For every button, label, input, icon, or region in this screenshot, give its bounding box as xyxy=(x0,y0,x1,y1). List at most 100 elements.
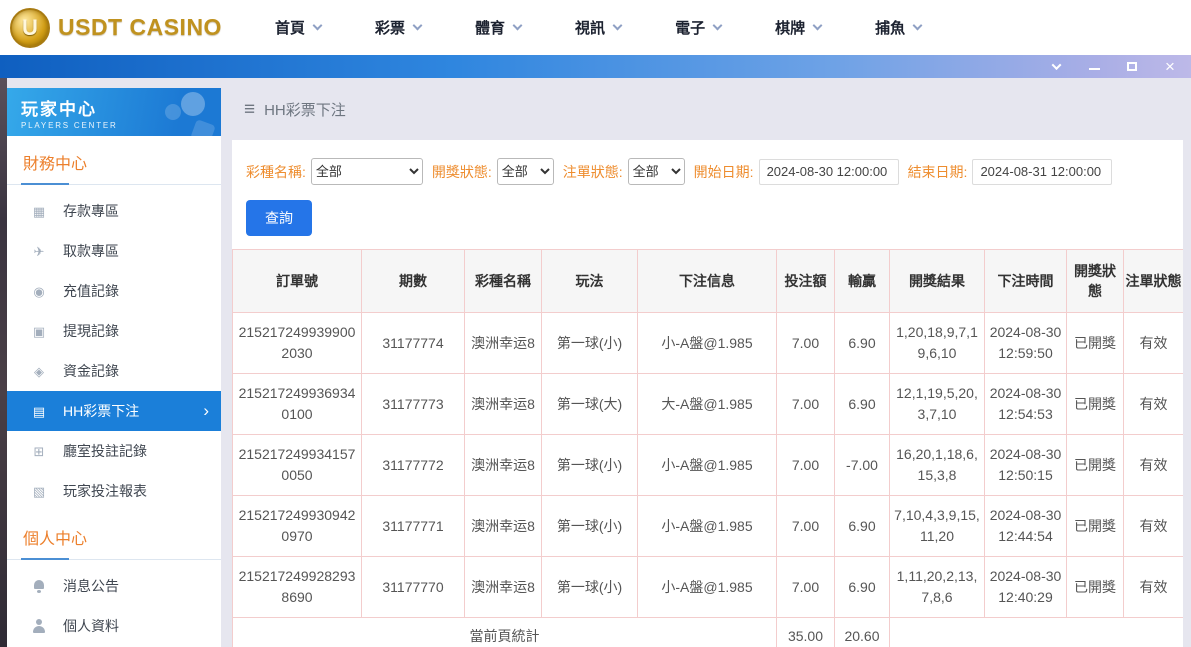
nav-item-cards[interactable]: 棋牌 xyxy=(748,0,848,55)
decor-ball-icon xyxy=(181,92,205,116)
cell: 6.90 xyxy=(835,374,890,435)
sidebar-item-funds-record[interactable]: ◈資金記錄 xyxy=(7,351,221,391)
table-body: 215217249939900203031177774澳洲幸运8第一球(小)小-… xyxy=(233,313,1184,647)
summary-winloss-total: 20.60 xyxy=(835,618,890,647)
nav-item-label: 電子 xyxy=(675,17,705,38)
nav-item-slots[interactable]: 電子 xyxy=(648,0,748,55)
column-header: 開獎結果 xyxy=(890,250,985,313)
filter-bar: 彩種名稱: 全部 開獎狀態: 全部 注單狀態: 全部 xyxy=(232,140,1183,185)
nav-item-label: 彩票 xyxy=(375,17,405,38)
cell: 有效 xyxy=(1124,496,1184,557)
cell: 7.00 xyxy=(777,374,835,435)
cell: 澳洲幸运8 xyxy=(465,374,542,435)
cell: 小-A盤@1.985 xyxy=(638,496,777,557)
nav-item-fishing[interactable]: 捕魚 xyxy=(848,0,948,55)
breadcrumb: ≡ HH彩票下注 xyxy=(232,78,1183,140)
cell: 已開獎 xyxy=(1067,496,1124,557)
page-background-strip xyxy=(0,78,7,647)
logo-coin-icon: U xyxy=(10,8,50,48)
cell: 已開獎 xyxy=(1067,557,1124,618)
sidebar-item-label: HH彩票下注 xyxy=(63,401,139,421)
recharge-record-icon: ◉ xyxy=(31,284,47,299)
table-row: 215217249928293869031177770澳洲幸运8第一球(小)小-… xyxy=(233,557,1184,618)
order-status-label: 注單狀態: xyxy=(563,162,623,182)
logo-text: USDT CASINO xyxy=(58,14,222,41)
sidebar-item-label: 廳室投註記錄 xyxy=(63,441,147,461)
cell: 7.00 xyxy=(777,313,835,374)
cell: 已開獎 xyxy=(1067,313,1124,374)
column-header: 下注信息 xyxy=(638,250,777,313)
cell: 澳洲幸运8 xyxy=(465,557,542,618)
cell: 第一球(小) xyxy=(542,557,638,618)
search-button[interactable]: 查詢 xyxy=(246,200,312,236)
close-button[interactable]: × xyxy=(1163,60,1177,74)
sidebar-item-withdrawal-record[interactable]: ▣提現記錄 xyxy=(7,311,221,351)
lottery-name-label: 彩種名稱: xyxy=(246,162,306,182)
cell: 31177773 xyxy=(362,374,465,435)
column-header: 注單狀態 xyxy=(1124,250,1184,313)
sidebar-header: 玩家中心 PLAYERS CENTER xyxy=(7,88,221,136)
lottery-name-select[interactable]: 全部 xyxy=(311,158,423,185)
cell: -7.00 xyxy=(835,435,890,496)
deposit-icon: ▦ xyxy=(31,204,47,219)
column-header: 訂單號 xyxy=(233,250,362,313)
sidebar-menu: 財務中心▦存款專區✈取款專區◉充值記錄▣提現記錄◈資金記錄▤HH彩票下注›⊞廳室… xyxy=(7,136,221,646)
chevron-down-icon xyxy=(613,20,623,30)
sidebar-item-label: 充值記錄 xyxy=(63,281,119,301)
nav-item-home[interactable]: 首頁 xyxy=(248,0,348,55)
nav-item-label: 視訊 xyxy=(575,17,605,38)
cell: 澳洲幸运8 xyxy=(465,435,542,496)
end-date-label: 結束日期: xyxy=(908,162,968,182)
sidebar-item-withdraw[interactable]: ✈取款專區 xyxy=(7,231,221,271)
chevron-down-icon xyxy=(913,20,923,30)
nav-item-label: 體育 xyxy=(475,17,505,38)
minimize-button[interactable] xyxy=(1087,60,1101,74)
nav-item-lottery[interactable]: 彩票 xyxy=(348,0,448,55)
sidebar-item-label: 消息公告 xyxy=(63,576,119,596)
nav-item-label: 首頁 xyxy=(275,17,305,38)
cell: 6.90 xyxy=(835,557,890,618)
logo[interactable]: U USDT CASINO xyxy=(0,8,248,48)
main-panel: 彩種名稱: 全部 開獎狀態: 全部 注單狀態: 全部 xyxy=(232,140,1183,647)
decor-circle-icon xyxy=(165,104,181,120)
menu-toggle-icon[interactable]: ≡ xyxy=(244,100,255,119)
sidebar: 玩家中心 PLAYERS CENTER 財務中心▦存款專區✈取款專區◉充值記錄▣… xyxy=(7,88,221,647)
start-date-input[interactable] xyxy=(759,159,899,185)
draw-status-select[interactable]: 全部 xyxy=(497,158,554,185)
summary-row: 當前頁統計35.0020.60 xyxy=(233,618,1184,647)
cell: 有效 xyxy=(1124,313,1184,374)
column-header: 開獎狀態 xyxy=(1067,250,1124,313)
maximize-button[interactable] xyxy=(1125,60,1139,74)
lottery-name-filter: 彩種名稱: 全部 xyxy=(246,158,423,185)
sidebar-item-room-bet-record[interactable]: ⊞廳室投註記錄 xyxy=(7,431,221,471)
cell: 第一球(小) xyxy=(542,435,638,496)
sidebar-item-hh-lottery-bet[interactable]: ▤ HH彩票下注 › xyxy=(7,391,221,431)
cell: 31177772 xyxy=(362,435,465,496)
end-date-input[interactable] xyxy=(972,159,1112,185)
cell: 小-A盤@1.985 xyxy=(638,557,777,618)
nav-item-video[interactable]: 視訊 xyxy=(548,0,648,55)
sidebar-item-announcements[interactable]: 消息公告 xyxy=(7,566,221,606)
chevron-right-icon: › xyxy=(203,404,209,418)
cell: 已開獎 xyxy=(1067,374,1124,435)
sidebar-item-recharge-record[interactable]: ◉ 充值記錄 xyxy=(7,271,221,311)
cell: 有效 xyxy=(1124,435,1184,496)
content-area: 玩家中心 PLAYERS CENTER 財務中心▦存款專區✈取款專區◉充值記錄▣… xyxy=(0,78,1191,647)
chevron-down-icon xyxy=(513,20,523,30)
nav-item-sports[interactable]: 體育 xyxy=(448,0,548,55)
person-icon xyxy=(31,619,47,634)
cell: 第一球(小) xyxy=(542,496,638,557)
withdrawal-record-icon: ▣ xyxy=(31,324,47,339)
start-date-filter: 開始日期: xyxy=(694,159,899,185)
sidebar-item-label: 存款專區 xyxy=(63,201,119,221)
collapse-button[interactable] xyxy=(1049,60,1063,74)
sidebar-item-player-bet-report[interactable]: ▧玩家投注報表 xyxy=(7,471,221,511)
sidebar-section-personal: 個人中心 xyxy=(7,511,221,560)
column-header: 下注時間 xyxy=(985,250,1067,313)
sidebar-item-profile[interactable]: 個人資料 xyxy=(7,606,221,646)
cell: 第一球(小) xyxy=(542,313,638,374)
lottery-bet-icon: ▤ xyxy=(31,404,47,419)
order-status-select[interactable]: 全部 xyxy=(628,158,685,185)
withdraw-icon: ✈ xyxy=(31,244,47,259)
sidebar-item-deposit[interactable]: ▦ 存款專區 xyxy=(7,191,221,231)
